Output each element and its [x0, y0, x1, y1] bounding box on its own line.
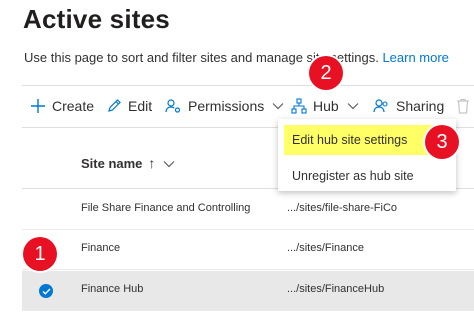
chevron-down-icon — [347, 102, 359, 110]
site-name-cell[interactable]: Finance Hub — [81, 283, 143, 295]
chevron-down-icon — [163, 156, 175, 171]
sharing-label: Sharing — [396, 98, 445, 114]
site-name-cell[interactable]: File Share Finance and Controlling — [81, 202, 250, 214]
plus-icon — [30, 98, 46, 114]
hub-button[interactable]: Hub — [291, 96, 359, 116]
chevron-down-icon — [272, 102, 284, 110]
delete-button[interactable] — [456, 96, 470, 116]
page-title: Active sites — [23, 4, 170, 34]
sharing-button[interactable]: Sharing — [373, 96, 444, 116]
site-url-cell: .../sites/Finance — [287, 242, 365, 254]
trash-icon — [456, 98, 470, 114]
create-button[interactable]: Create — [30, 96, 94, 116]
people-settings-icon — [165, 98, 182, 114]
pencil-icon — [106, 98, 122, 114]
sort-arrow-icon: ↑ — [148, 155, 156, 171]
site-url-cell: .../sites/FinanceHub — [287, 283, 385, 295]
hub-network-icon — [291, 98, 307, 114]
toolbar-top-divider — [22, 85, 474, 86]
create-label: Create — [52, 98, 95, 114]
hub-label: Hub — [313, 98, 339, 114]
learn-more-link[interactable]: Learn more — [382, 50, 448, 65]
permissions-button[interactable]: Permissions — [165, 96, 284, 116]
column-header-label: Site name — [81, 155, 143, 171]
page-description: Use this page to sort and filter sites a… — [24, 50, 449, 65]
callout-badge-3: 3 — [425, 125, 459, 159]
callout-badge-1: 1 — [23, 237, 57, 271]
edit-button[interactable]: Edit — [106, 96, 152, 116]
table-row-selected[interactable]: Finance Hub .../sites/FinanceHub — [22, 271, 474, 311]
edit-label: Edit — [128, 98, 153, 114]
menu-item-unregister-hub-site[interactable]: Unregister as hub site — [284, 161, 450, 191]
checkmark-icon[interactable] — [39, 284, 53, 298]
people-icon — [373, 98, 390, 114]
table-row[interactable]: File Share Finance and Controlling .../s… — [22, 190, 474, 230]
table-row[interactable]: Finance .../sites/Finance — [22, 230, 474, 270]
permissions-label: Permissions — [188, 98, 265, 114]
site-name-cell[interactable]: Finance — [81, 242, 120, 254]
column-header-site-name[interactable]: Site name ↑ — [81, 155, 175, 171]
site-url-cell: .../sites/file-share-FiCo — [287, 202, 398, 214]
callout-badge-2: 2 — [309, 56, 343, 90]
